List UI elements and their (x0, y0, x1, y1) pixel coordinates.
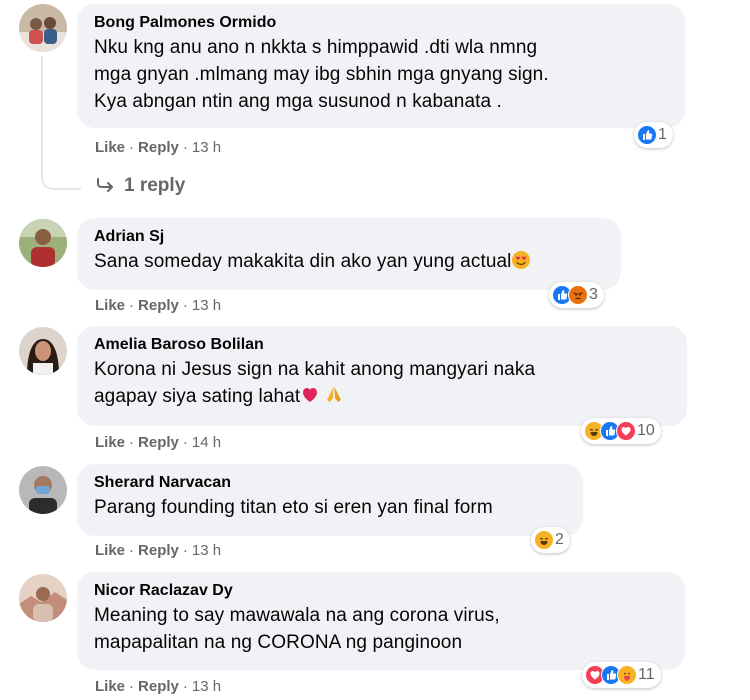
reaction-count: 11 (638, 666, 655, 683)
avatar[interactable] (19, 4, 67, 52)
reaction-summary[interactable]: 11 (582, 662, 661, 688)
reply-button[interactable]: Reply (138, 434, 179, 451)
separator-dot: · (182, 678, 188, 695)
reply-thread-line (41, 56, 43, 182)
view-replies-label: 1 reply (124, 175, 186, 196)
reaction-summary[interactable]: 3 (549, 282, 604, 308)
like-button[interactable]: Like (95, 542, 125, 559)
separator-dot: · (182, 139, 188, 156)
comment-text: mga gnyan .mlmang may ibg sbhin mga gnya… (94, 64, 549, 85)
comment-text: agapay siya sating lahat (94, 383, 669, 410)
comment-text: Kya abngan ntin ang mga susunod n kabana… (94, 91, 502, 112)
haha-icon (534, 530, 554, 550)
praying-hands-emoji-icon (327, 387, 342, 402)
reaction-count: 1 (658, 126, 667, 143)
comment-actions: Like · Reply · 13 h (95, 297, 221, 314)
comment-actions: Like · Reply · 13 h (95, 542, 221, 559)
comment-text-content: agapay siya sating lahat (94, 386, 301, 407)
comment-author[interactable]: Bong Palmones Ormido (94, 12, 667, 34)
like-button[interactable]: Like (95, 139, 125, 156)
like-button[interactable]: Like (95, 434, 125, 451)
timestamp[interactable]: 14 h (192, 434, 221, 451)
comment-author[interactable]: Amelia Baroso Bolilan (94, 334, 669, 356)
comment-author[interactable]: Adrian Sj (94, 226, 603, 248)
like-icon (637, 125, 657, 145)
comment-bubble: Adrian Sj Sana someday makakita din ako … (77, 218, 621, 290)
avatar[interactable] (19, 327, 67, 375)
comment-text: Meaning to say mawawala na ang corona vi… (94, 605, 500, 626)
love-icon (616, 421, 636, 441)
separator-dot: · (129, 434, 135, 451)
comment-text: Korona ni Jesus sign na kahit anong mang… (94, 359, 536, 380)
comment-bubble: Amelia Baroso Bolilan Korona ni Jesus si… (77, 326, 687, 426)
comment-actions: Like · Reply · 13 h (95, 139, 221, 156)
reaction-summary[interactable]: 10 (581, 418, 661, 444)
angry-icon (568, 285, 588, 305)
separator-dot: · (129, 139, 135, 156)
reply-thread-curve (41, 170, 81, 190)
separator-dot: · (129, 678, 135, 695)
comment-bubble: Bong Palmones Ormido Nku kng anu ano n n… (77, 4, 685, 128)
timestamp[interactable]: 13 h (192, 678, 221, 695)
reaction-count: 10 (637, 422, 655, 439)
separator-dot: · (182, 297, 188, 314)
reply-button[interactable]: Reply (138, 678, 179, 695)
comment-text: Nku kng anu ano n nkkta s himppawid .dti… (94, 37, 538, 58)
reply-button[interactable]: Reply (138, 542, 179, 559)
reaction-summary[interactable]: 2 (531, 527, 570, 553)
timestamp[interactable]: 13 h (192, 139, 221, 156)
reply-button[interactable]: Reply (138, 139, 179, 156)
comment-text: Parang founding titan eto si eren yan fi… (94, 497, 493, 518)
like-button[interactable]: Like (95, 297, 125, 314)
timestamp[interactable]: 13 h (192, 297, 221, 314)
comment-author[interactable]: Sherard Narvacan (94, 472, 565, 494)
comment-bubble: Sherard Narvacan Parang founding titan e… (77, 464, 583, 536)
separator-dot: · (129, 297, 135, 314)
care-icon (617, 665, 637, 685)
avatar[interactable] (19, 466, 67, 514)
separator-dot: · (182, 434, 188, 451)
comment-author[interactable]: Nicor Raclazav Dy (94, 580, 667, 602)
separator-dot: · (182, 542, 188, 559)
separator-dot: · (129, 542, 135, 559)
timestamp[interactable]: 13 h (192, 542, 221, 559)
reaction-summary[interactable]: 1 (634, 122, 673, 148)
red-heart-emoji-icon (303, 388, 318, 402)
comment-text: Sana someday makakita din ako yan yung a… (94, 248, 603, 275)
like-button[interactable]: Like (95, 678, 125, 695)
reaction-count: 3 (589, 286, 598, 303)
reaction-count: 2 (555, 531, 564, 548)
reply-button[interactable]: Reply (138, 297, 179, 314)
comment-text-content: Sana someday makakita din ako yan yung a… (94, 251, 512, 272)
heart-eyes-emoji-icon (512, 251, 531, 269)
avatar[interactable] (19, 219, 67, 267)
comment-text: mapapalitan na ng CORONA ng panginoon (94, 632, 463, 653)
comment-actions: Like · Reply · 14 h (95, 434, 221, 451)
comment-bubble: Nicor Raclazav Dy Meaning to say mawawal… (77, 572, 685, 670)
reply-arrow-icon (97, 178, 113, 192)
avatar[interactable] (19, 574, 67, 622)
comment-actions: Like · Reply · 13 h (95, 678, 221, 695)
view-replies-link[interactable]: 1 reply (96, 175, 185, 197)
